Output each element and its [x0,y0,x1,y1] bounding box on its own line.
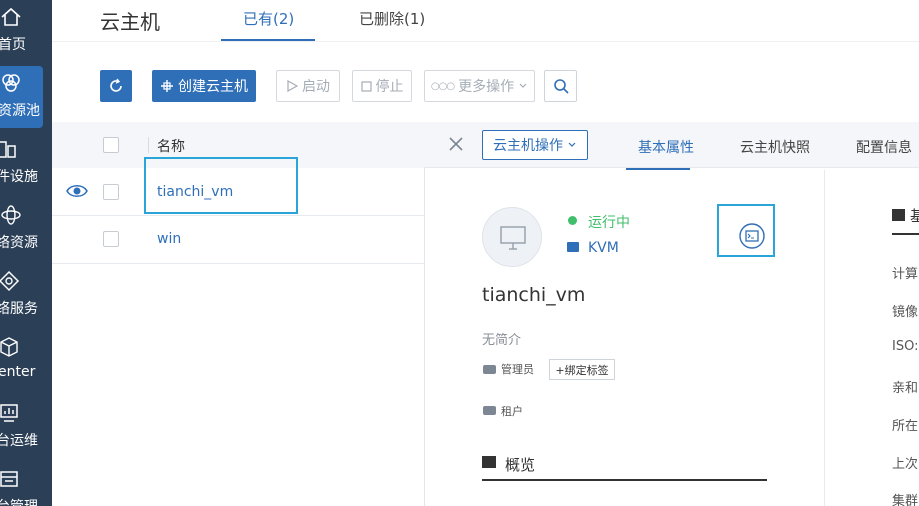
more-dots-icon: ○○○ [430,80,455,92]
property-label: 镜像 [892,305,919,320]
hardware-icon [0,141,16,158]
sidebar-item-center[interactable]: enter [0,330,52,392]
refresh-button[interactable] [100,70,132,102]
chevron-down-icon [568,142,576,147]
more-actions-label: 更多操作 [458,79,515,95]
sidebar: 首页 资源池 件设施 络资源 络服务 enter 台运维 台管理 [0,0,52,506]
status-text: 运行中 [588,215,630,231]
sidebar-item-operations[interactable]: 台运维 [0,396,52,458]
sidebar-item-hardware[interactable]: 件设施 [0,132,52,194]
start-button[interactable]: 启动 [276,70,340,102]
sidebar-item-label: 台运维 [0,433,38,449]
row-divider [52,263,424,264]
sidebar-item-management[interactable]: 台管理 [0,462,52,506]
tenant-label: 租户 [501,405,523,418]
basic-info-heading: 基 [910,207,919,225]
create-vm-label: 创建云主机 [178,79,248,95]
vm-description[interactable]: 无简介 [482,329,521,348]
row-checkbox[interactable] [103,231,119,247]
overview-underline [482,479,767,481]
bind-tag-button[interactable]: +绑定标签 [549,359,615,380]
running-status-dot [568,216,577,225]
column-header-name: 名称 [157,139,185,155]
search-button[interactable] [544,70,577,102]
overview-heading: 概览 [505,456,536,474]
tag-icon [483,365,496,374]
header-divider [52,41,919,42]
sidebar-item-network-service[interactable]: 络服务 [0,264,52,326]
property-label: 计算 [892,267,919,282]
sidebar-item-label: 件设施 [0,169,38,185]
sidebar-item-label: 络服务 [0,301,38,317]
tab-basic-properties[interactable]: 基本属性 [638,137,694,157]
refresh-icon [110,78,122,92]
plus-icon [161,80,173,92]
sidebar-item-label: 台管理 [0,496,38,506]
vm-detail-name: tianchi_vm [482,284,586,306]
monitor-icon [500,226,526,250]
chevron-down-icon [519,83,527,88]
management-icon [0,471,18,487]
tab-vm-snapshots[interactable]: 云主机快照 [740,137,810,157]
page-title: 云主机 [100,10,160,34]
sidebar-item-resource-pool[interactable]: 资源池 [0,66,43,128]
property-label: 亲和 [892,381,919,396]
detail-column-divider [824,170,825,506]
stop-label: 停止 [375,79,404,95]
tab-existing[interactable]: 已有(2) [243,8,294,29]
row-checkbox[interactable] [103,184,119,200]
sidebar-item-label: 资源池 [0,103,40,119]
vm-name-link[interactable]: win [157,231,181,247]
play-icon [287,80,298,92]
basic-info-icon [892,209,905,221]
console-icon[interactable] [738,222,766,250]
column-separator [148,137,149,153]
network-resource-icon [1,205,21,225]
more-actions-button[interactable]: ○○○ 更多操作 [424,70,535,102]
home-icon [1,7,21,26]
vm-operations-label: 云主机操作 [493,138,563,154]
stop-icon [360,80,372,92]
select-all-checkbox[interactable] [103,137,119,153]
tab-config-info[interactable]: 配置信息 [856,137,912,157]
sidebar-item-home[interactable]: 首页 [0,0,52,62]
tenant-icon [483,406,496,415]
vm-avatar [482,207,542,267]
active-tab-underline [626,168,690,170]
tab-deleted[interactable]: 已删除(1) [359,8,425,29]
stop-button[interactable]: 停止 [352,70,412,102]
create-vm-button[interactable]: 创建云主机 [152,70,256,102]
sidebar-item-network-resource[interactable]: 络资源 [0,198,52,260]
overview-icon [482,456,496,468]
property-label: 上次 [892,457,919,472]
detail-panel [424,122,919,506]
owner-label: 管理员 [501,363,534,376]
property-label: ISO: [892,339,919,354]
sidebar-item-label: 首页 [0,37,26,53]
vm-name-link[interactable]: tianchi_vm [157,184,233,200]
network-service-icon [0,270,20,292]
search-icon [553,79,569,94]
cube-icon [0,337,18,357]
close-icon[interactable] [446,134,466,154]
sidebar-item-label: 络资源 [0,235,38,251]
start-label: 启动 [302,79,330,95]
property-label: 集群 [892,494,919,506]
sidebar-item-label: enter [0,364,36,380]
resource-pool-icon [2,74,20,92]
monitor-icon [0,404,18,422]
eye-icon[interactable] [66,183,88,199]
vm-operations-dropdown[interactable]: 云主机操作 [482,130,588,160]
basic-info-underline [892,233,919,235]
hypervisor-icon [567,242,579,252]
property-label: 所在 [892,419,919,434]
hypervisor-text: KVM [588,240,619,256]
